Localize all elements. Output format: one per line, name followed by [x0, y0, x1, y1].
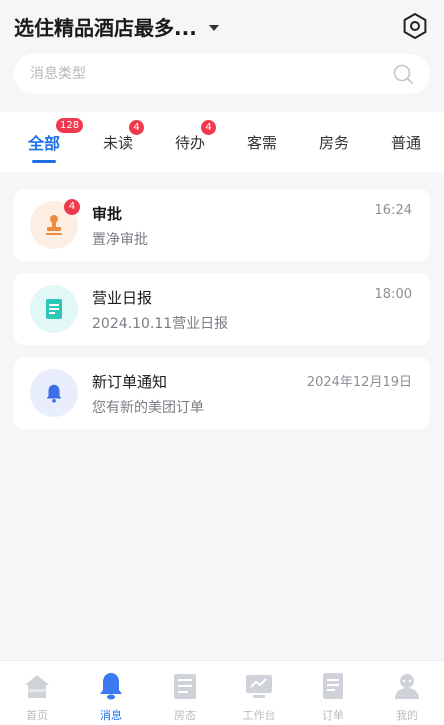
nav-messages[interactable]: 消息 [74, 661, 148, 725]
unread-badge: 4 [64, 199, 80, 215]
nav-home[interactable]: 首页 [0, 661, 74, 725]
nav-label: 订单 [322, 709, 344, 722]
bell-icon [46, 384, 62, 403]
nav-label: 首页 [26, 709, 48, 722]
hotel-name: 选住精品酒店最多... [14, 16, 197, 40]
hotel-selector[interactable]: 选住精品酒店最多... [14, 12, 219, 41]
report-avatar [30, 285, 78, 333]
tab-label: 客需 [246, 133, 277, 152]
message-item-approval[interactable]: 4 审批 置净审批 16:24 [14, 189, 430, 261]
bottom-navigation: 首页 消息 房态 工作台 订单 我的 [0, 660, 444, 725]
search-input[interactable] [30, 66, 392, 82]
tab-all[interactable]: 全部 128 [14, 112, 84, 172]
message-title: 审批 [92, 205, 123, 223]
tab-label: 未读 4 [103, 119, 144, 153]
room-status-icon [174, 674, 196, 699]
message-title: 新订单通知 [92, 373, 168, 391]
profile-icon [395, 674, 419, 699]
report-icon [46, 299, 62, 319]
workbench-icon [246, 675, 272, 698]
search-bar [14, 54, 430, 94]
nav-label: 我的 [396, 709, 418, 722]
message-subtitle: 您有新的美团订单 [92, 400, 204, 416]
message-tabs: 全部 128 未读 4 待办 4 客需 房务 普通 [0, 112, 444, 172]
home-icon [25, 675, 49, 698]
message-subtitle: 置净审批 [92, 232, 148, 248]
tab-label: 全部 128 [28, 118, 84, 154]
message-item-daily-report[interactable]: 营业日报 2024.10.11营业日报 18:00 [14, 273, 430, 345]
message-item-new-order[interactable]: 新订单通知 您有新的美团订单 2024年12月19日 [14, 357, 430, 429]
tab-unread[interactable]: 未读 4 [88, 112, 148, 172]
unread-count-badge: 128 [56, 118, 84, 133]
tab-label: 房务 [318, 133, 349, 152]
message-time: 16:24 [374, 203, 412, 218]
unread-count-badge: 4 [129, 119, 144, 135]
nav-label: 房态 [174, 709, 196, 722]
nav-profile[interactable]: 我的 [370, 661, 444, 725]
tab-label: 普通 [390, 133, 421, 152]
header: 选住精品酒店最多... [0, 0, 444, 112]
nav-orders[interactable]: 订单 [296, 661, 370, 725]
message-time: 18:00 [374, 287, 412, 302]
tab-label: 待办 4 [175, 119, 216, 153]
settings-button[interactable] [400, 11, 430, 41]
todo-count-badge: 4 [201, 119, 216, 135]
bell-icon [100, 673, 122, 700]
search-icon[interactable] [392, 63, 414, 85]
tab-housekeeping[interactable]: 房务 [304, 112, 364, 172]
tab-todo[interactable]: 待办 4 [160, 112, 220, 172]
nav-room-status[interactable]: 房态 [148, 661, 222, 725]
active-tab-indicator [32, 160, 56, 163]
order-avatar [30, 369, 78, 417]
hexagon-settings-icon [403, 13, 427, 39]
message-time: 2024年12月19日 [306, 375, 412, 390]
order-icon [323, 673, 343, 699]
tab-general[interactable]: 普通 [376, 112, 436, 172]
caret-down-icon [208, 24, 219, 31]
nav-label: 工作台 [242, 709, 276, 722]
message-subtitle: 2024.10.11营业日报 [92, 316, 229, 332]
stamp-icon [46, 215, 62, 235]
nav-workbench[interactable]: 工作台 [222, 661, 296, 725]
nav-label: 消息 [100, 709, 122, 722]
tab-guest-request[interactable]: 客需 [232, 112, 292, 172]
message-title: 营业日报 [92, 289, 153, 307]
